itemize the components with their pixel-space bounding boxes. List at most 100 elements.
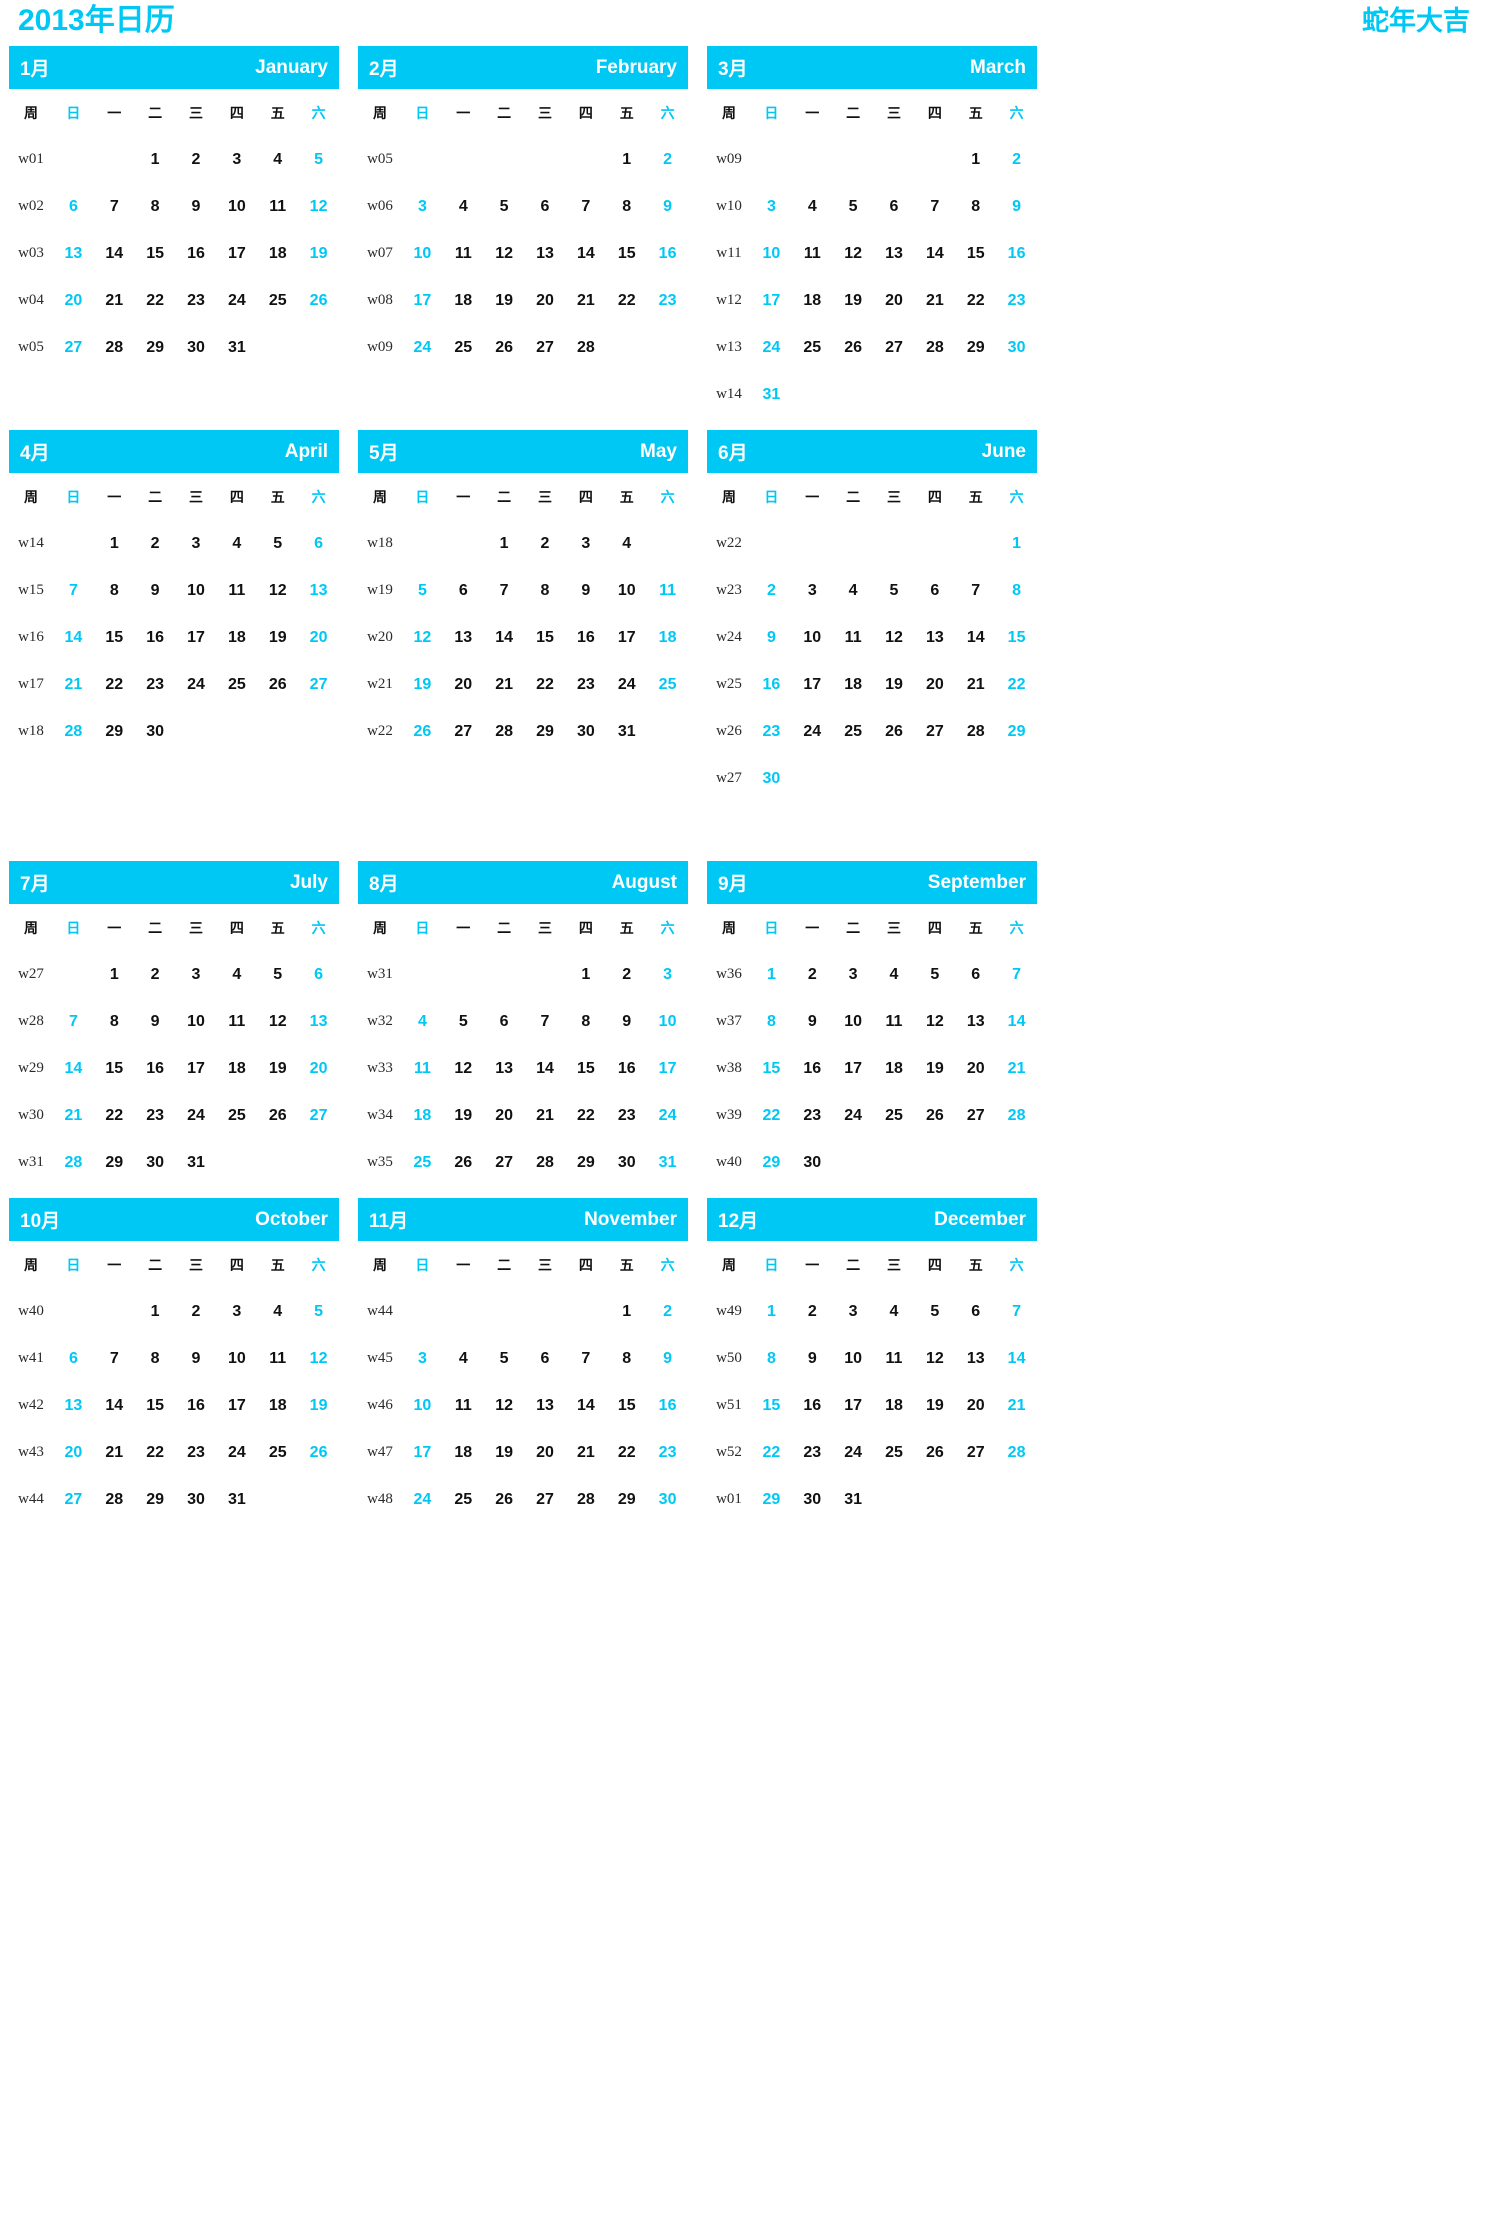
day-cell[interactable]: 24 [176,676,217,694]
day-cell[interactable]: 8 [135,198,176,216]
day-cell[interactable]: 29 [94,1154,135,1172]
day-cell[interactable]: 11 [792,245,833,263]
day-cell[interactable]: 30 [606,1154,647,1172]
day-cell[interactable]: 5 [298,151,339,169]
day-cell[interactable]: 9 [176,1350,217,1368]
day-cell[interactable]: 15 [94,1060,135,1078]
day-cell[interactable]: 7 [53,1013,94,1031]
day-cell[interactable]: 2 [792,1303,833,1321]
day-cell[interactable]: 15 [606,245,647,263]
day-cell[interactable]: 21 [484,676,525,694]
day-cell[interactable]: 16 [176,245,217,263]
day-cell[interactable]: 9 [176,198,217,216]
day-cell[interactable]: 28 [94,1491,135,1509]
day-cell[interactable]: 3 [833,1303,874,1321]
day-cell[interactable]: 29 [525,723,566,741]
day-cell[interactable]: 7 [565,198,606,216]
day-cell[interactable]: 22 [606,1444,647,1462]
day-cell[interactable]: 19 [257,629,298,647]
day-cell[interactable]: 14 [53,1060,94,1078]
day-cell[interactable]: 8 [94,1013,135,1031]
day-cell[interactable]: 23 [996,292,1037,310]
day-cell[interactable]: 3 [216,151,257,169]
day-cell[interactable]: 29 [94,723,135,741]
day-cell[interactable]: 27 [53,339,94,357]
day-cell[interactable]: 2 [647,1303,688,1321]
day-cell[interactable]: 20 [53,292,94,310]
day-cell[interactable]: 2 [996,151,1037,169]
day-cell[interactable]: 6 [955,966,996,984]
day-cell[interactable]: 18 [874,1397,915,1415]
day-cell[interactable]: 24 [833,1107,874,1125]
day-cell[interactable]: 30 [135,1154,176,1172]
day-cell[interactable]: 7 [996,966,1037,984]
day-cell[interactable]: 23 [647,292,688,310]
day-cell[interactable]: 13 [914,629,955,647]
day-cell[interactable]: 25 [874,1444,915,1462]
month-header[interactable]: 12月 December [707,1198,1037,1241]
day-cell[interactable]: 13 [874,245,915,263]
day-cell[interactable]: 30 [996,339,1037,357]
day-cell[interactable]: 23 [176,292,217,310]
month-header[interactable]: 9月 September [707,861,1037,904]
day-cell[interactable]: 16 [792,1397,833,1415]
day-cell[interactable]: 25 [443,1491,484,1509]
day-cell[interactable]: 12 [443,1060,484,1078]
day-cell[interactable]: 2 [135,966,176,984]
day-cell[interactable]: 20 [443,676,484,694]
day-cell[interactable]: 6 [525,198,566,216]
day-cell[interactable]: 4 [874,1303,915,1321]
day-cell[interactable]: 9 [792,1013,833,1031]
day-cell[interactable]: 12 [874,629,915,647]
day-cell[interactable]: 27 [914,723,955,741]
day-cell[interactable]: 21 [955,676,996,694]
day-cell[interactable]: 14 [94,1397,135,1415]
day-cell[interactable]: 24 [606,676,647,694]
day-cell[interactable]: 9 [565,582,606,600]
day-cell[interactable]: 16 [647,1397,688,1415]
day-cell[interactable]: 12 [833,245,874,263]
day-cell[interactable]: 30 [176,1491,217,1509]
day-cell[interactable]: 24 [216,1444,257,1462]
day-cell[interactable]: 11 [443,1397,484,1415]
day-cell[interactable]: 10 [647,1013,688,1031]
day-cell[interactable]: 31 [176,1154,217,1172]
day-cell[interactable]: 22 [996,676,1037,694]
day-cell[interactable]: 19 [874,676,915,694]
day-cell[interactable]: 2 [792,966,833,984]
day-cell[interactable]: 25 [216,1107,257,1125]
day-cell[interactable]: 26 [443,1154,484,1172]
day-cell[interactable]: 18 [216,1060,257,1078]
day-cell[interactable]: 12 [298,1350,339,1368]
day-cell[interactable]: 11 [874,1013,915,1031]
day-cell[interactable]: 4 [443,198,484,216]
day-cell[interactable]: 8 [94,582,135,600]
day-cell[interactable]: 17 [176,1060,217,1078]
day-cell[interactable]: 15 [565,1060,606,1078]
day-cell[interactable]: 30 [647,1491,688,1509]
day-cell[interactable]: 7 [955,582,996,600]
day-cell[interactable]: 28 [53,723,94,741]
day-cell[interactable]: 23 [606,1107,647,1125]
day-cell[interactable]: 9 [751,629,792,647]
day-cell[interactable]: 8 [955,198,996,216]
day-cell[interactable]: 25 [216,676,257,694]
day-cell[interactable]: 23 [565,676,606,694]
day-cell[interactable]: 3 [176,535,217,553]
day-cell[interactable]: 21 [94,292,135,310]
day-cell[interactable]: 4 [257,151,298,169]
day-cell[interactable]: 4 [792,198,833,216]
day-cell[interactable]: 18 [257,1397,298,1415]
day-cell[interactable]: 22 [751,1444,792,1462]
day-cell[interactable]: 10 [402,1397,443,1415]
day-cell[interactable]: 21 [525,1107,566,1125]
day-cell[interactable]: 31 [647,1154,688,1172]
day-cell[interactable]: 3 [402,198,443,216]
day-cell[interactable]: 17 [216,1397,257,1415]
day-cell[interactable]: 24 [402,339,443,357]
day-cell[interactable]: 15 [525,629,566,647]
day-cell[interactable]: 8 [606,1350,647,1368]
day-cell[interactable]: 2 [647,151,688,169]
day-cell[interactable]: 12 [257,582,298,600]
day-cell[interactable]: 16 [996,245,1037,263]
